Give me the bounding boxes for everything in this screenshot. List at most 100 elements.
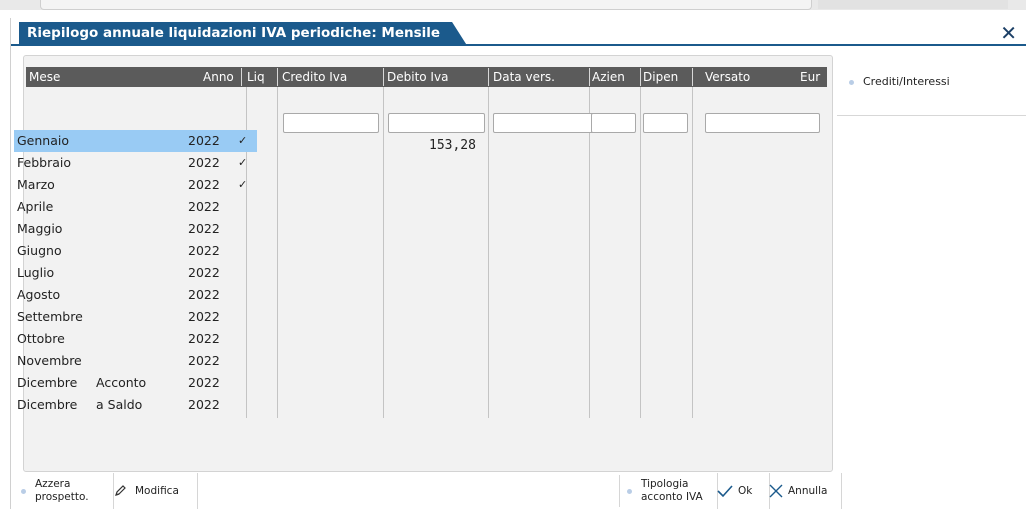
row-mese: Luglio: [17, 265, 55, 280]
crediti-interessi-label: Crediti/Interessi: [863, 75, 950, 88]
col-anno: Anno: [203, 70, 234, 84]
column-divider: [692, 87, 693, 418]
table-row[interactable]: Febbraio 2022 ✓: [14, 152, 257, 174]
header-divider: [241, 68, 242, 86]
debito-iva-value: 153,28: [429, 138, 476, 153]
col-mese: Mese: [29, 70, 61, 84]
column-divider: [640, 87, 641, 418]
row-anno: 2022: [188, 243, 220, 258]
header-divider: [277, 68, 278, 86]
bullet-icon: [21, 488, 26, 494]
row-anno: 2022: [188, 309, 220, 324]
background-tab-right: [818, 0, 1008, 9]
table-row[interactable]: Agosto 2022: [14, 284, 257, 306]
table-row[interactable]: Giugno 2022: [14, 240, 257, 262]
azzera-label: Azzera prospetto.: [35, 478, 89, 503]
close-x-icon: [769, 484, 783, 498]
row-mese: Settembre: [17, 309, 83, 324]
dipendenti-input[interactable]: [643, 113, 688, 133]
row-mese: Marzo: [17, 177, 55, 192]
column-divider: [383, 87, 384, 418]
versato-input[interactable]: [705, 113, 820, 133]
checkmark-icon: [717, 485, 733, 498]
row-anno: 2022: [188, 353, 220, 368]
bottom-toolbar: Azzera prospetto. Modifica Tipologia accon…: [11, 473, 1026, 509]
table-row[interactable]: Luglio 2022: [14, 262, 257, 284]
row-mese: Dicembre: [17, 375, 78, 390]
col-liq: Liq: [247, 70, 265, 84]
dialog-window: Riepilogo annuale liquidazioni IVA perio…: [10, 18, 1026, 509]
row-anno: 2022: [188, 375, 220, 390]
liq-check-icon[interactable]: ✓: [238, 152, 247, 174]
row-anno: 2022: [188, 397, 220, 412]
row-anno: 2022: [188, 155, 220, 170]
annulla-label: Annulla: [788, 484, 828, 497]
row-mese: Aprile: [17, 199, 54, 214]
liq-check-icon[interactable]: ✓: [238, 174, 247, 196]
table-row[interactable]: Dicembre Acconto 2022: [14, 372, 257, 394]
table-row[interactable]: Ottobre 2022: [14, 328, 257, 350]
column-divider: [488, 87, 489, 418]
annulla-button[interactable]: Annulla: [761, 473, 842, 509]
col-azien: Azien: [592, 70, 625, 84]
row-mese: Novembre: [17, 353, 82, 368]
table-row[interactable]: Settembre 2022: [14, 306, 257, 328]
pencil-icon: [115, 485, 126, 496]
col-debito-iva: Debito Iva: [387, 70, 449, 84]
header-divider: [383, 68, 384, 86]
header-divider: [640, 68, 641, 86]
tipologia-acconto-button[interactable]: Tipologia acconto IVA: [619, 473, 718, 509]
row-sub: Acconto: [96, 375, 147, 390]
row-mese: Febbraio: [17, 155, 71, 170]
bullet-icon: [849, 79, 854, 85]
close-icon[interactable]: ✕: [1000, 22, 1017, 44]
column-divider: [589, 87, 590, 418]
title-bar: Riepilogo annuale liquidazioni IVA perio…: [11, 22, 1026, 46]
col-credito-iva: Credito Iva: [282, 70, 348, 84]
row-anno: 2022: [188, 177, 220, 192]
row-anno: 2022: [188, 265, 220, 280]
col-versato: Versato: [705, 70, 751, 84]
header-divider: [589, 68, 590, 86]
table-row[interactable]: Dicembre a Saldo 2022: [14, 394, 257, 416]
row-anno: 2022: [188, 221, 220, 236]
row-anno: 2022: [188, 287, 220, 302]
row-mese: Ottobre: [17, 331, 65, 346]
ok-label: Ok: [738, 484, 753, 497]
table-row[interactable]: Novembre 2022: [14, 350, 257, 372]
bullet-icon: [627, 488, 632, 494]
header-divider: [488, 68, 489, 86]
row-anno: 2022: [188, 133, 220, 148]
row-mese: Agosto: [17, 287, 61, 302]
background-window-strip: [0, 0, 1026, 10]
liq-check-icon[interactable]: ✓: [238, 130, 247, 152]
debito-iva-input[interactable]: [388, 113, 485, 133]
background-tab: [40, 0, 812, 10]
table-header: Mese Anno Liq Credito Iva Debito Iva Dat…: [26, 67, 827, 87]
azienda-input[interactable]: [591, 113, 636, 133]
col-eur: Eur: [800, 70, 821, 84]
tipologia-label: Tipologia acconto IVA: [641, 478, 703, 503]
table-row[interactable]: Marzo 2022 ✓: [14, 174, 257, 196]
table-row[interactable]: Maggio 2022: [14, 218, 257, 240]
row-anno: 2022: [188, 199, 220, 214]
row-sub: a Saldo: [96, 397, 143, 412]
azzera-prospetto-button[interactable]: Azzera prospetto.: [11, 473, 114, 509]
data-versamento-input[interactable]: [493, 113, 596, 133]
col-data-vers: Data vers.: [493, 70, 555, 84]
row-mese: Giugno: [17, 243, 62, 258]
table-row[interactable]: Aprile 2022: [14, 196, 257, 218]
col-dipen: Dipen: [643, 70, 679, 84]
row-mese: Dicembre: [17, 397, 78, 412]
modifica-label: Modifica: [135, 484, 179, 497]
side-panel: Crediti/Interessi: [837, 55, 1026, 116]
row-anno: 2022: [188, 331, 220, 346]
column-divider: [277, 87, 278, 418]
header-divider: [692, 68, 693, 86]
row-mese: Maggio: [17, 221, 63, 236]
row-mese: Gennaio: [17, 133, 70, 148]
table-row[interactable]: Gennaio 2022 ✓: [14, 130, 257, 152]
credito-iva-input[interactable]: [283, 113, 379, 133]
modifica-button[interactable]: Modifica: [103, 473, 198, 509]
crediti-interessi-button[interactable]: Crediti/Interessi: [849, 75, 950, 88]
